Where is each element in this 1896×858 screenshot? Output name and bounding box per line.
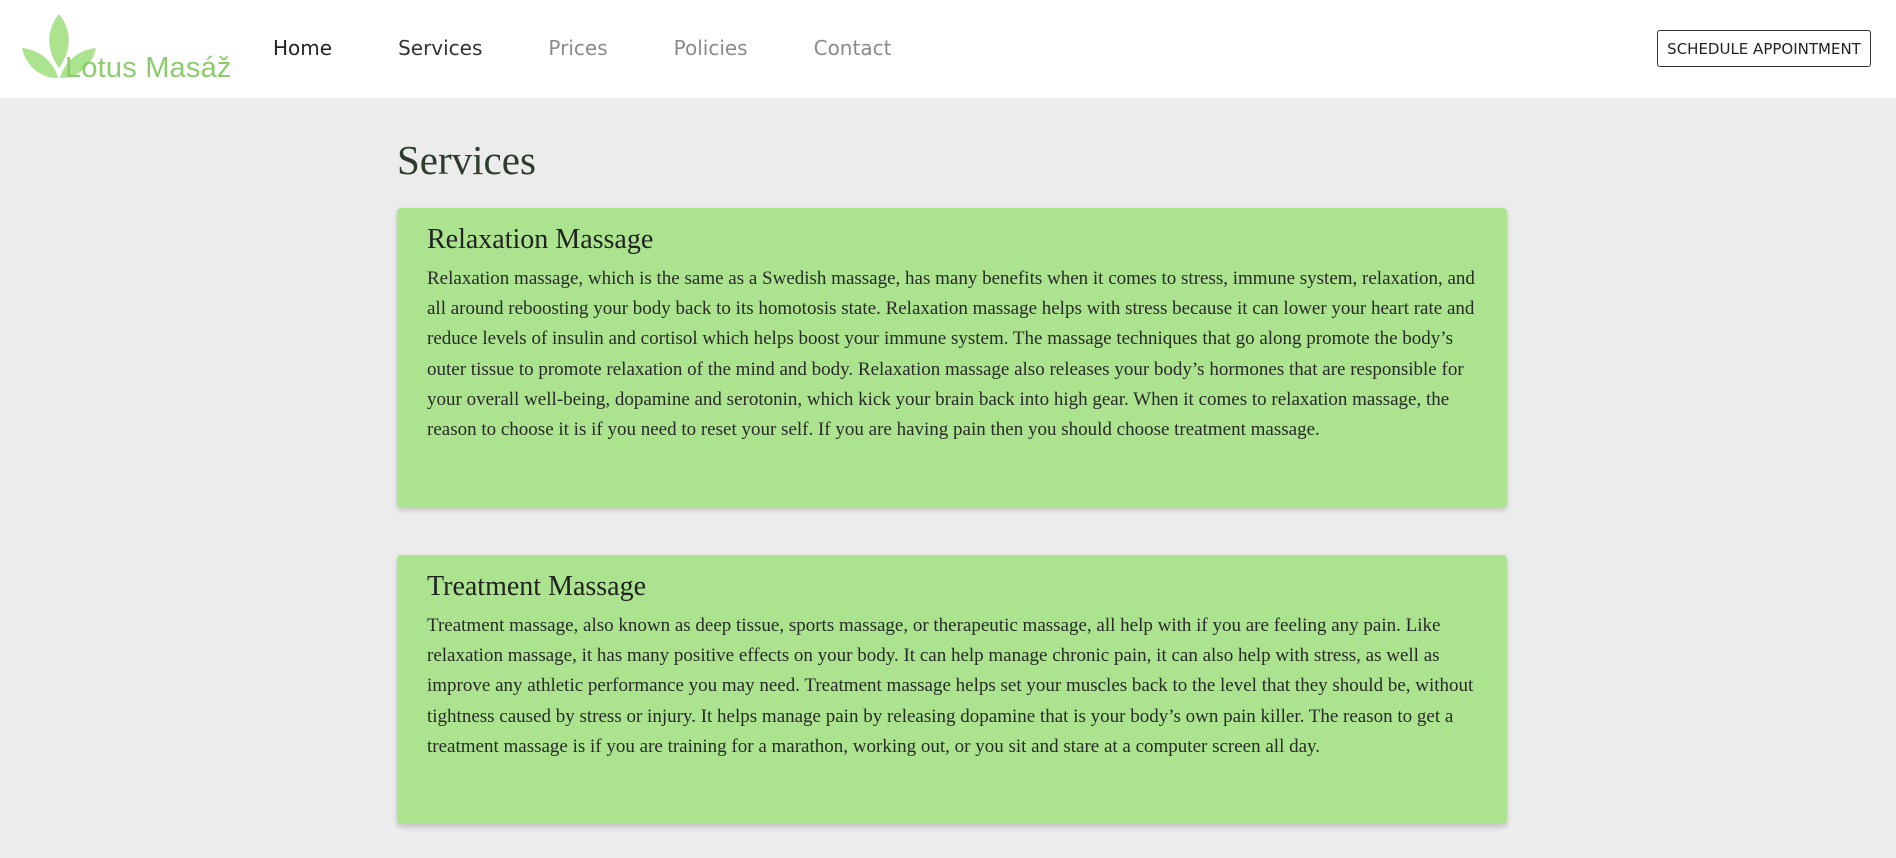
main-nav: Home Services Prices Policies Contact [273, 36, 891, 60]
page-title: Services [397, 137, 536, 183]
service-card-treatment: Treatment Massage Treatment massage, als… [397, 555, 1507, 824]
service-card-description: Treatment massage, also known as deep ti… [427, 615, 1474, 757]
nav-prices[interactable]: Prices [548, 36, 607, 60]
brand-name: Lotus Masáž [65, 52, 232, 84]
service-card-title: Relaxation Massage [427, 224, 654, 255]
nav-contact[interactable]: Contact [814, 36, 892, 60]
brand-logo[interactable]: Lotus Masáž [20, 12, 231, 86]
nav-policies[interactable]: Policies [674, 36, 748, 60]
service-card-title: Treatment Massage [427, 571, 647, 602]
nav-home[interactable]: Home [273, 36, 332, 60]
nav-services[interactable]: Services [398, 36, 482, 60]
top-navigation-bar: Lotus Masáž Home Services Prices Policie… [0, 0, 1896, 98]
schedule-appointment-button[interactable]: SCHEDULE APPOINTMENT [1657, 30, 1871, 67]
service-card-relaxation: Relaxation Massage Relaxation massage, w… [397, 208, 1507, 507]
service-card-description: Relaxation massage, which is the same as… [427, 268, 1475, 441]
